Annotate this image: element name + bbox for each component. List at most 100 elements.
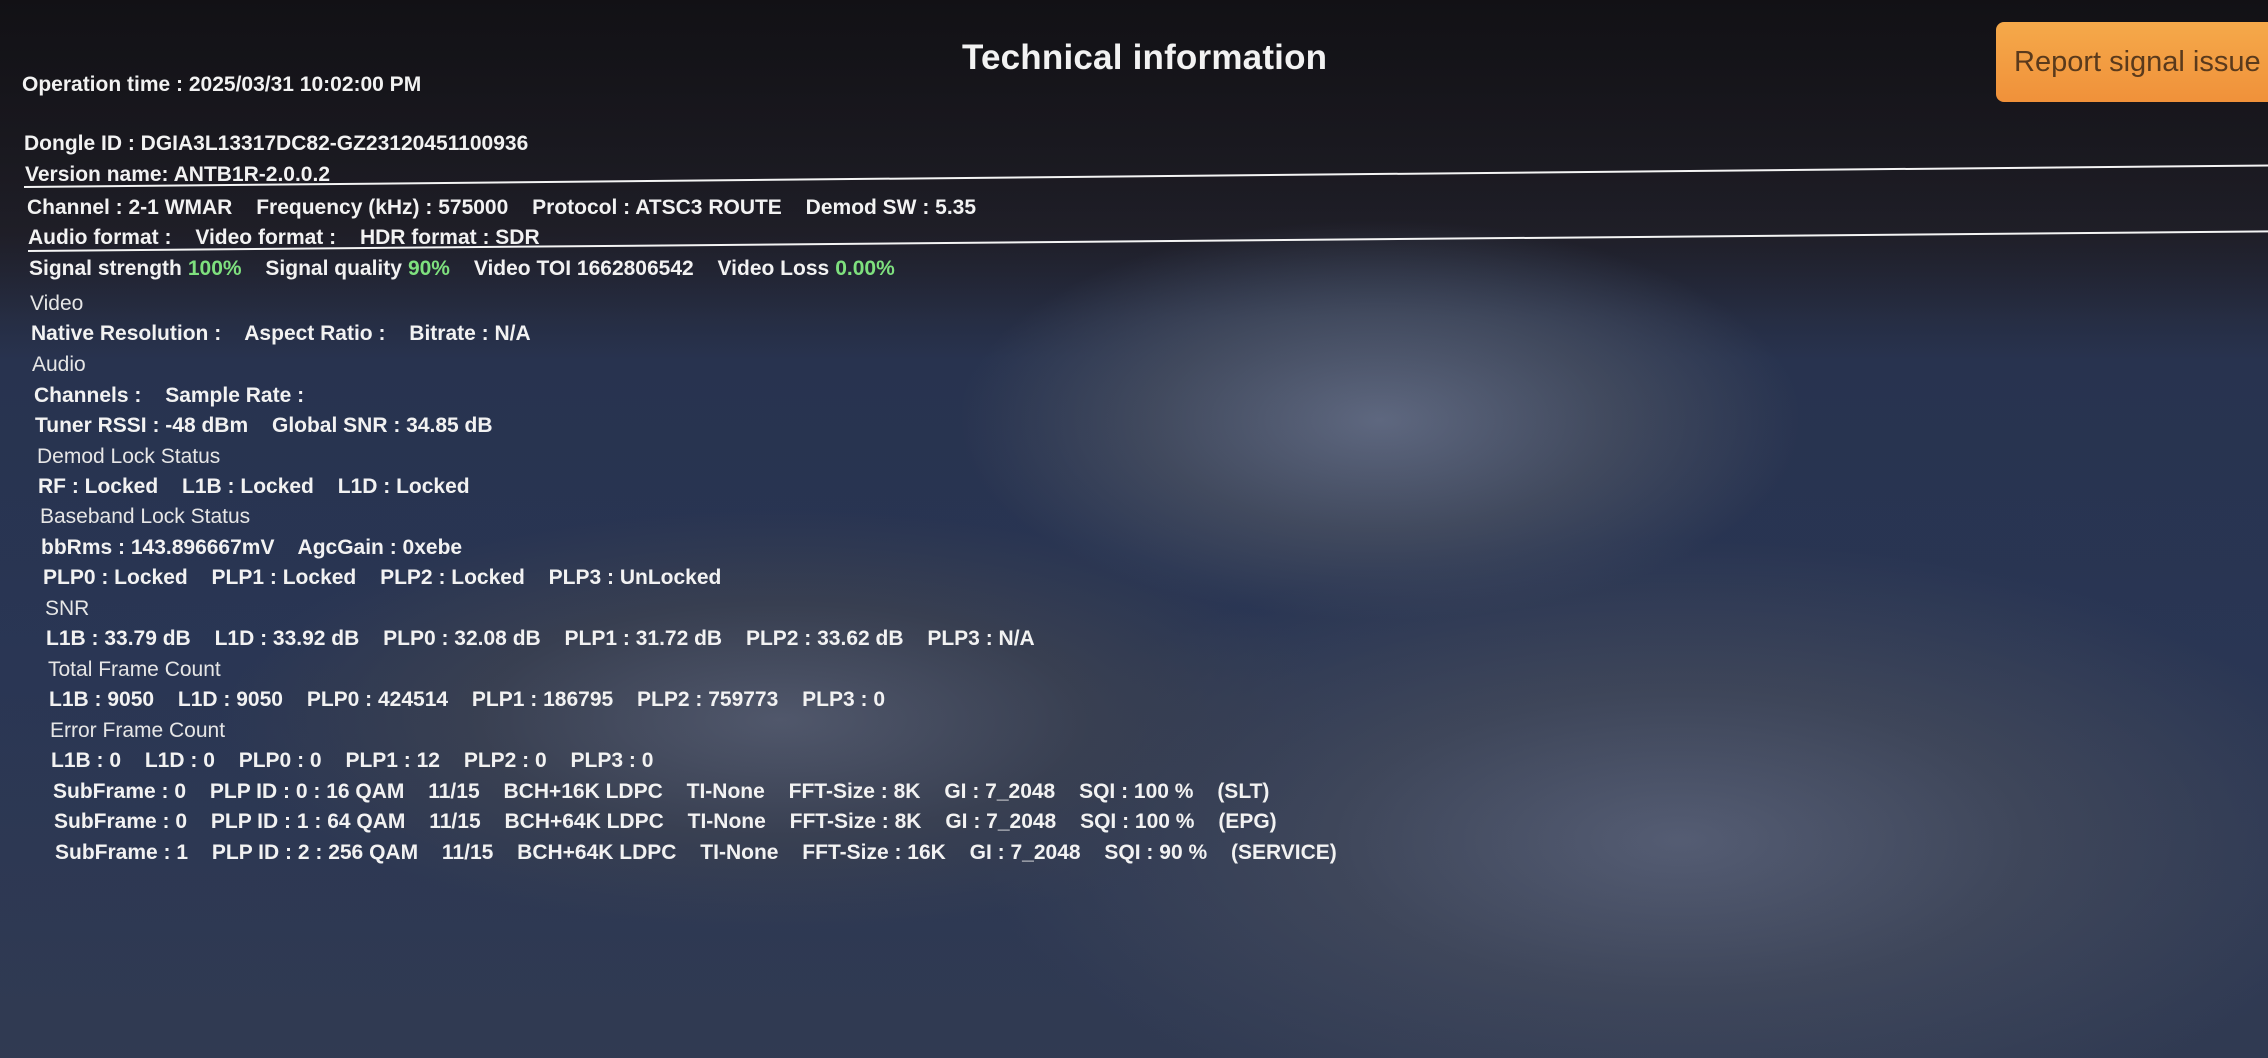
global-snr: Global SNR : 34.85 dB: [271, 414, 493, 437]
subframe-fft: FFT-Size : 8K: [789, 810, 922, 833]
total-frame-line: L1B : 9050 L1D : 9050 PLP0 : 424514 PLP1…: [49, 687, 903, 713]
subframe-gi: GI : 7_2048: [969, 841, 1081, 864]
aspect-ratio: Aspect Ratio :: [244, 322, 386, 345]
audio-format: Audio format :: [28, 226, 172, 249]
l1d-lock: L1D : Locked: [337, 475, 470, 498]
subframe-code: BCH+64K LDPC: [504, 810, 664, 833]
subframe-ti: TI-None: [700, 841, 779, 864]
snr-l1b: L1B : 33.79 dB: [46, 627, 191, 650]
subframe-ti: TI-None: [686, 780, 765, 803]
subframe-gi: GI : 7_2048: [944, 780, 1056, 803]
sample-rate: Sample Rate :: [165, 384, 305, 407]
video-toi: Video TOI 1662806542: [473, 257, 694, 280]
subframe-sqi: SQI : 90 %: [1104, 841, 1208, 864]
demod-sw-value: Demod SW : 5.35: [805, 196, 977, 219]
native-resolution: Native Resolution :: [31, 322, 222, 345]
subframe-plp: PLP ID : 2 : 256 QAM: [211, 841, 419, 864]
subframe-id: SubFrame : 0: [54, 810, 188, 833]
subframe-code: BCH+64K LDPC: [517, 841, 677, 864]
signal-quality-value: 90%: [407, 257, 450, 280]
subframe-sqi: SQI : 100 %: [1080, 810, 1195, 833]
report-signal-issue-button[interactable]: Report signal issue: [1996, 22, 2268, 102]
bitrate: Bitrate : N/A: [409, 322, 531, 345]
subframe-type: (EPG): [1218, 810, 1277, 833]
page-title: Technical information: [962, 38, 1328, 77]
error-l1d: L1D : 0: [144, 749, 215, 772]
subframe-row: SubFrame : 1 PLP ID : 2 : 256 QAM 11/15 …: [55, 840, 1355, 866]
subframe-fft: FFT-Size : 8K: [788, 780, 921, 803]
snr-plp2: PLP2 : 33.62 dB: [745, 627, 904, 650]
plp3-lock: PLP3 : UnLocked: [548, 566, 722, 589]
bbrms: bbRms : 143.896667mV: [41, 536, 275, 559]
subframe-plp: PLP ID : 1 : 64 QAM: [210, 810, 406, 833]
subframe-fft: FFT-Size : 16K: [802, 841, 946, 864]
error-l1b: L1B : 0: [51, 749, 122, 772]
plp-lock-line: PLP0 : Locked PLP1 : Locked PLP2 : Locke…: [43, 565, 739, 591]
subframe-id: SubFrame : 1: [55, 841, 189, 864]
tuner-rssi: Tuner RSSI : -48 dBm: [35, 414, 249, 437]
total-plp1: PLP1 : 186795: [471, 688, 614, 711]
subframe-rate: 11/15: [441, 841, 494, 864]
subframe-type: (SERVICE): [1230, 841, 1337, 864]
agc-gain: AgcGain : 0xebe: [297, 536, 463, 559]
rf-lock: RF : Locked: [38, 475, 159, 498]
error-plp3: PLP3 : 0: [570, 749, 654, 772]
snr-line: L1B : 33.79 dB L1D : 33.92 dB PLP0 : 32.…: [46, 626, 1053, 652]
total-l1b: L1B : 9050: [49, 688, 155, 711]
frequency-value: Frequency (kHz) : 575000: [256, 196, 509, 219]
total-plp0: PLP0 : 424514: [306, 688, 449, 711]
video-format: Video format :: [195, 226, 337, 249]
section-demod-lock: Demod Lock Status: [37, 445, 221, 468]
demod-line: RF : Locked L1B : Locked L1D : Locked: [38, 474, 488, 500]
subframe-rate: 11/15: [429, 810, 481, 833]
protocol-value: Protocol : ATSC3 ROUTE: [532, 196, 782, 219]
error-frame-line: L1B : 0 L1D : 0 PLP0 : 0 PLP1 : 12 PLP2 …: [51, 748, 671, 774]
subframe-row: SubFrame : 0 PLP ID : 1 : 64 QAM 11/15 B…: [54, 809, 1295, 835]
dongle-id: Dongle ID : DGIA3L13317DC82-GZ2312045110…: [24, 132, 529, 155]
plp2-lock: PLP2 : Locked: [380, 566, 525, 589]
error-plp0: PLP0 : 0: [238, 749, 322, 772]
tuner-line: Tuner RSSI : -48 dBm Global SNR : 34.85 …: [35, 413, 511, 439]
subframe-rate: 11/15: [428, 780, 480, 803]
operation-time: Operation time : 2025/03/31 10:02:00 PM: [22, 73, 422, 96]
plp1-lock: PLP1 : Locked: [211, 566, 357, 589]
section-audio: Audio: [32, 353, 86, 376]
plp0-lock: PLP0 : Locked: [43, 566, 188, 589]
snr-plp0: PLP0 : 32.08 dB: [383, 627, 541, 650]
subframe-gi: GI : 7_2048: [945, 810, 1057, 833]
subframe-id: SubFrame : 0: [53, 780, 187, 803]
channel-line: Channel : 2-1 WMAR Frequency (kHz) : 575…: [27, 195, 994, 221]
error-plp1: PLP1 : 12: [345, 749, 440, 772]
section-total-frame-count: Total Frame Count: [48, 658, 221, 681]
snr-plp1: PLP1 : 31.72 dB: [564, 627, 723, 650]
subframe-plp: PLP ID : 0 : 16 QAM: [209, 780, 405, 803]
video-loss-label: Video Loss: [717, 257, 830, 280]
video-line: Native Resolution : Aspect Ratio : Bitra…: [31, 321, 549, 347]
snr-l1d: L1D : 33.92 dB: [214, 627, 360, 650]
signal-line: Signal strength 100% Signal quality 90% Vi…: [29, 256, 895, 282]
subframe-code: BCH+16K LDPC: [503, 780, 663, 803]
section-video: Video: [30, 292, 84, 315]
signal-quality-label: Signal quality: [265, 257, 402, 280]
l1b-lock: L1B : Locked: [182, 475, 314, 498]
section-error-frame-count: Error Frame Count: [50, 719, 226, 742]
signal-strength-label: Signal strength: [29, 257, 182, 280]
section-baseband-lock: Baseband Lock Status: [40, 505, 251, 528]
audio-line: Channels : Sample Rate :: [34, 383, 322, 409]
baseband-line: bbRms : 143.896667mV AgcGain : 0xebe: [41, 535, 480, 561]
total-l1d: L1D : 9050: [177, 688, 283, 711]
channels: Channels :: [34, 384, 142, 407]
snr-plp3: PLP3 : N/A: [927, 627, 1035, 650]
total-plp3: PLP3 : 0: [802, 688, 886, 711]
subframe-type: (SLT): [1217, 780, 1270, 803]
technical-info-overlay: Technical information Report signal issu…: [0, 0, 2268, 1058]
channel-value: Channel : 2-1 WMAR: [27, 196, 233, 219]
signal-strength-value: 100%: [187, 257, 242, 280]
subframe-row: SubFrame : 0 PLP ID : 0 : 16 QAM 11/15 B…: [53, 779, 1287, 805]
video-loss-value: 0.00%: [835, 257, 895, 280]
subframe-ti: TI-None: [687, 810, 766, 833]
error-plp2: PLP2 : 0: [463, 749, 547, 772]
divider-top: [23, 164, 2268, 188]
subframe-sqi: SQI : 100 %: [1079, 780, 1194, 803]
total-plp2: PLP2 : 759773: [637, 688, 779, 711]
